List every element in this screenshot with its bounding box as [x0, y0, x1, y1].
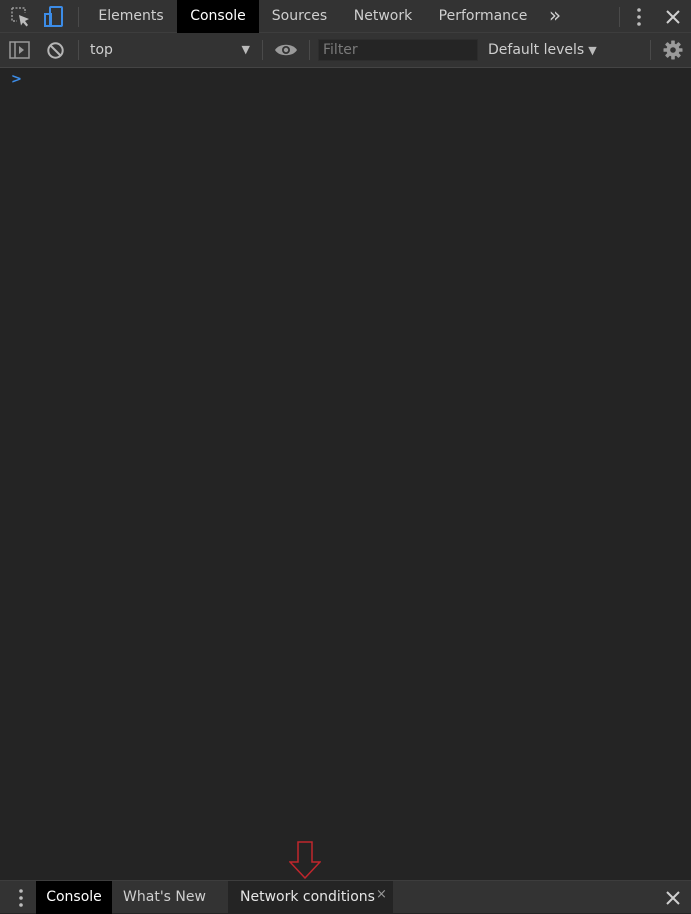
close-drawer-icon[interactable] — [665, 890, 681, 906]
close-icon[interactable] — [665, 9, 681, 25]
annotation-arrow-icon — [289, 841, 321, 879]
context-selector-value: top — [90, 42, 113, 58]
clear-console-icon[interactable] — [46, 41, 65, 60]
tab-console[interactable]: Console — [177, 0, 259, 33]
tab-sources[interactable]: Sources — [262, 0, 337, 33]
log-levels-dropdown[interactable]: Default levels ▼ — [488, 33, 597, 67]
dropdown-caret-icon: ▼ — [241, 43, 250, 56]
more-tabs-button[interactable]: » — [540, 0, 570, 33]
console-prompt: > — [11, 72, 22, 87]
more-options-icon[interactable] — [632, 7, 646, 27]
tab-close-icon[interactable]: × — [376, 879, 387, 911]
gear-icon[interactable] — [663, 40, 683, 60]
drawer-tab-console[interactable]: Console — [36, 881, 112, 914]
drawer-tab-whats-new[interactable]: What's New — [113, 881, 216, 914]
eye-icon[interactable] — [274, 41, 298, 59]
console-toolbar: top ▼ Default levels▼ — [0, 33, 691, 68]
drawer-menu-icon[interactable] — [14, 888, 28, 908]
devtools-tab-bar: Elements Console Sources Network Perform… — [0, 0, 691, 33]
toolbar-divider — [262, 40, 263, 60]
filter-input[interactable] — [318, 39, 478, 61]
toolbar-divider — [309, 40, 310, 60]
device-toolbar-icon[interactable] — [43, 5, 65, 29]
toolbar-divider — [78, 7, 79, 27]
tab-performance[interactable]: Performance — [430, 0, 536, 33]
drawer-tab-network-conditions[interactable]: Network conditions × — [228, 881, 393, 914]
drawer-tab-bar: Console What's New Network conditions × — [0, 880, 691, 914]
log-levels-label: Default levels — [488, 42, 585, 58]
tab-elements[interactable]: Elements — [90, 0, 172, 33]
drawer-tab-label: Network conditions — [240, 889, 375, 905]
toolbar-divider — [619, 7, 620, 27]
toolbar-divider — [650, 40, 651, 60]
toolbar-divider — [78, 40, 79, 60]
sidebar-toggle-icon[interactable] — [9, 41, 31, 59]
context-selector[interactable]: top ▼ — [90, 33, 250, 67]
console-output[interactable]: > — [0, 68, 691, 879]
tab-network[interactable]: Network — [343, 0, 423, 33]
inspect-element-icon[interactable] — [10, 6, 32, 28]
dropdown-caret-icon: ▼ — [588, 44, 597, 57]
